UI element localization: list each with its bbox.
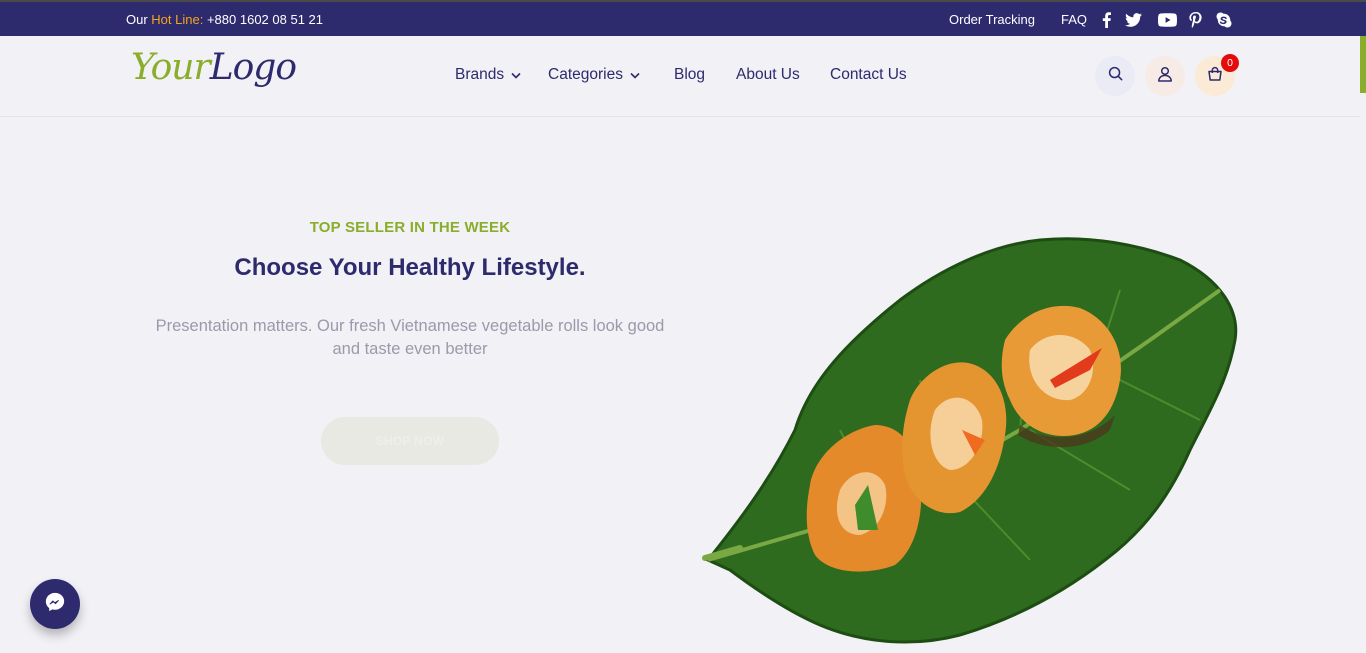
search-icon: [1108, 66, 1123, 86]
nav-label-contact-us: Contact Us: [830, 66, 907, 83]
search-button[interactable]: [1095, 56, 1135, 96]
pinterest-icon[interactable]: [1187, 11, 1204, 28]
skype-icon[interactable]: [1215, 11, 1232, 28]
top-bar: Our Hot Line: +880 1602 08 51 21 Order T…: [0, 0, 1366, 36]
scrollbar-track[interactable]: [1360, 36, 1366, 653]
nav-item-blog[interactable]: Blog: [674, 66, 705, 84]
messenger-icon: [44, 591, 66, 618]
scrollbar-thumb[interactable]: [1360, 36, 1366, 93]
shopping-bag-icon: [1207, 66, 1223, 87]
hotline-prefix: Our: [126, 12, 148, 27]
hotline: Our Hot Line: +880 1602 08 51 21: [126, 12, 323, 27]
youtube-icon[interactable]: [1157, 11, 1177, 28]
nav-label-brands: Brands: [455, 66, 505, 83]
order-tracking-link[interactable]: Order Tracking: [949, 12, 1035, 27]
chevron-down-icon: [630, 66, 640, 84]
faq-link[interactable]: FAQ: [1061, 12, 1087, 27]
hotline-label: Hot Line:: [151, 12, 204, 27]
nav-label-blog: Blog: [674, 66, 706, 83]
nav-label-categories: Categories: [548, 66, 623, 83]
shop-now-button[interactable]: SHOP NOW: [321, 417, 499, 465]
hero-description: Presentation matters. Our fresh Vietname…: [155, 317, 665, 358]
nav-label-about-us: About Us: [736, 66, 800, 83]
twitter-icon[interactable]: [1125, 11, 1142, 28]
account-button[interactable]: [1145, 56, 1185, 96]
nav-item-contact-us[interactable]: Contact Us: [830, 66, 907, 84]
hero-eyebrow: TOP SELLER IN THE WEEK: [309, 219, 511, 236]
chevron-down-icon: [511, 66, 521, 84]
facebook-icon[interactable]: [1098, 11, 1115, 28]
nav-item-brands[interactable]: Brands: [455, 66, 521, 84]
site-logo[interactable]: YourLogo: [131, 47, 297, 88]
user-icon: [1157, 66, 1173, 87]
nav-item-about-us[interactable]: About Us: [736, 66, 800, 84]
hotline-number[interactable]: +880 1602 08 51 21: [207, 12, 323, 27]
cart-count-badge: 0: [1221, 54, 1239, 72]
logo-part-logo: Logo: [209, 47, 297, 88]
hero-food-image: [702, 237, 1238, 644]
hero-title: Choose Your Healthy Lifestyle.: [234, 254, 586, 281]
messenger-chat-button[interactable]: [30, 579, 80, 629]
nav-item-categories[interactable]: Categories: [548, 66, 640, 84]
logo-part-your: Your: [131, 47, 211, 88]
